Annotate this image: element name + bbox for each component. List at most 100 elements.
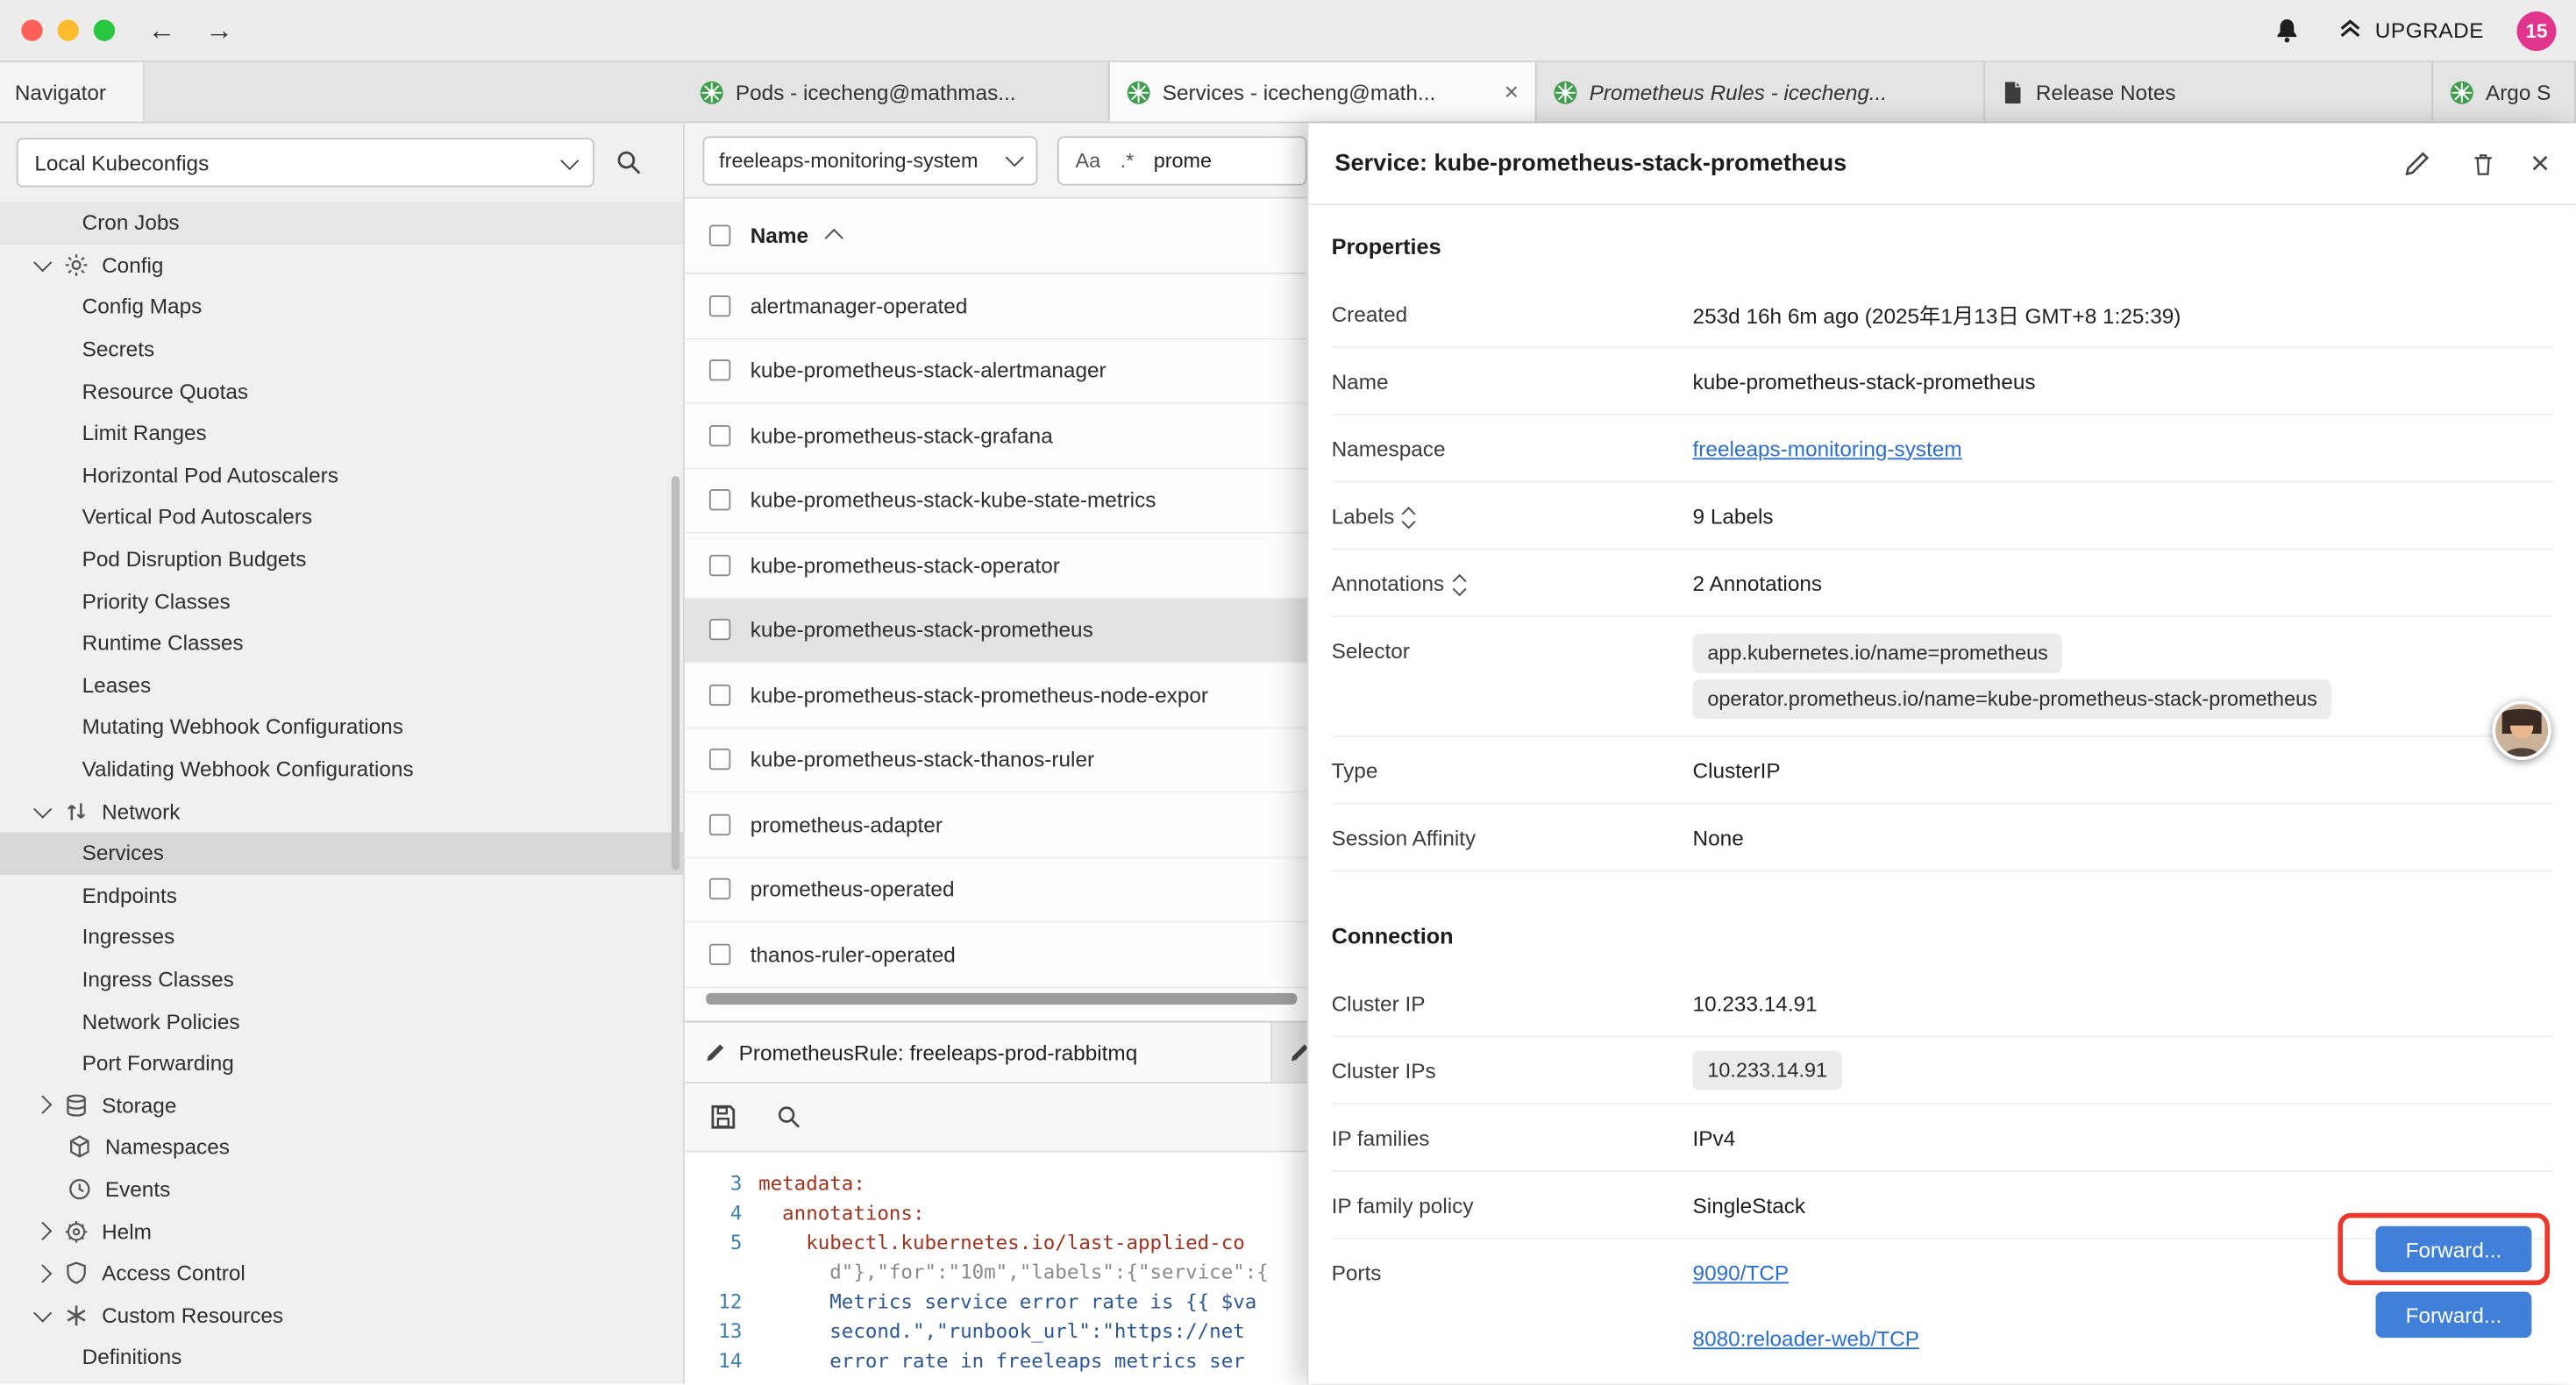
tab-close-icon[interactable]: × <box>1505 78 1519 106</box>
pencil-icon <box>704 1041 725 1062</box>
window-zoom-button[interactable] <box>94 19 115 40</box>
horizontal-scrollbar[interactable] <box>685 991 1307 1006</box>
sidebar-item-services[interactable]: Services <box>0 832 683 874</box>
expand-toggle-icon[interactable] <box>1405 504 1414 527</box>
sidebar-scrollbar[interactable] <box>672 476 680 870</box>
tab-prometheus-rules[interactable]: Prometheus Rules - icecheng... <box>1537 62 1985 121</box>
tab-services[interactable]: Services - icecheng@math... × <box>1110 62 1537 121</box>
sidebar-item-vertical-pod-autoscalers[interactable]: Vertical Pod Autoscalers <box>0 496 683 538</box>
table-row[interactable]: prometheus-adapter <box>685 792 1325 857</box>
tab-argo[interactable]: Argo S <box>2433 62 2576 121</box>
close-icon[interactable]: × <box>2530 147 2550 180</box>
connection-row-ip-family-policy: IP family policy SingleStack <box>1332 1172 2553 1239</box>
service-detail-drawer: Service: kube-prometheus-stack-prometheu… <box>1307 123 2576 1383</box>
upgrade-button[interactable]: UPGRADE <box>2338 17 2484 45</box>
row-checkbox[interactable] <box>709 684 730 705</box>
notification-count-badge[interactable]: 15 <box>2517 11 2557 50</box>
sidebar-item-resource-quotas[interactable]: Resource Quotas <box>0 370 683 412</box>
namespace-filter-dropdown[interactable]: freeleaps-monitoring-system <box>702 135 1037 184</box>
edit-icon[interactable] <box>2399 146 2435 181</box>
regex-toggle[interactable]: .* <box>1121 148 1135 171</box>
window-minimize-button[interactable] <box>58 19 79 40</box>
floating-avatar[interactable] <box>2492 701 2551 760</box>
editor-code[interactable]: metadata: annotations: kubectl.kubernete… <box>758 1152 1325 1383</box>
tab-release-notes[interactable]: Release Notes <box>1985 62 2433 121</box>
sidebar-item-priority-classes[interactable]: Priority Classes <box>0 580 683 622</box>
table-row[interactable]: thanos-ruler-operated <box>685 922 1325 987</box>
search-icon[interactable] <box>770 1099 806 1135</box>
sidebar-item-leases[interactable]: Leases <box>0 664 683 706</box>
sidebar-item-secrets[interactable]: Secrets <box>0 328 683 370</box>
namespace-link[interactable]: freeleaps-monitoring-system <box>1693 436 1962 460</box>
table-row[interactable]: alertmanager-operated <box>685 274 1325 339</box>
search-icon[interactable] <box>611 145 647 181</box>
dock-tab-bar: PrometheusRule: freeleaps-prod-rabbitmq <box>685 1021 1325 1083</box>
kubeconfig-selector[interactable]: Local Kubeconfigs <box>17 138 594 187</box>
trash-icon[interactable] <box>2465 146 2501 181</box>
sidebar-item-runtime-classes[interactable]: Runtime Classes <box>0 622 683 664</box>
row-checkbox[interactable] <box>709 813 730 835</box>
sidebar-item-endpoints[interactable]: Endpoints <box>0 874 683 916</box>
sidebar-item-port-forwarding[interactable]: Port Forwarding <box>0 1042 683 1084</box>
scrollbar-thumb[interactable] <box>706 993 1297 1005</box>
sidebar-item-network-policies[interactable]: Network Policies <box>0 1000 683 1042</box>
sidebar-item-mutating-webhook-configurations[interactable]: Mutating Webhook Configurations <box>0 706 683 748</box>
row-checkbox[interactable] <box>709 425 730 446</box>
sidebar-item-cron-jobs[interactable]: Cron Jobs <box>0 202 683 244</box>
sidebar-item-validating-webhook-configurations[interactable]: Validating Webhook Configurations <box>0 748 683 790</box>
tab-pods[interactable]: Pods - icecheng@mathmas... <box>683 62 1110 121</box>
table-row[interactable]: kube-prometheus-stack-kube-state-metrics <box>685 469 1325 534</box>
sidebar-item-ingresses[interactable]: Ingresses <box>0 916 683 958</box>
row-checkbox[interactable] <box>709 489 730 510</box>
table-row[interactable]: kube-prometheus-stack-operator <box>685 534 1325 599</box>
window-close-button[interactable] <box>21 19 42 40</box>
sort-ascending-icon[interactable] <box>825 229 843 247</box>
match-case-toggle[interactable]: Aa <box>1075 148 1100 171</box>
property-row-annotations: Annotations 2 Annotations <box>1332 550 2553 617</box>
bell-icon[interactable] <box>2268 12 2304 48</box>
table-row[interactable]: kube-prometheus-stack-prometheus-node-ex… <box>685 663 1325 728</box>
select-all-checkbox[interactable] <box>709 225 730 246</box>
forward-button[interactable]: Forward... <box>2376 1292 2532 1338</box>
row-checkbox[interactable] <box>709 749 730 770</box>
navigator-header[interactable]: Navigator <box>0 62 145 121</box>
sidebar-item-limit-ranges[interactable]: Limit Ranges <box>0 412 683 454</box>
sidebar-item-definitions[interactable]: Definitions <box>0 1336 683 1378</box>
table-row-selected[interactable]: kube-prometheus-stack-prometheus <box>685 599 1325 664</box>
port-link-9090[interactable]: 9090/TCP <box>1693 1260 1790 1284</box>
row-checkbox[interactable] <box>709 878 730 899</box>
back-arrow-icon[interactable]: ← <box>148 14 176 46</box>
row-checkbox[interactable] <box>709 295 730 316</box>
dock-tab-prometheusrule[interactable]: PrometheusRule: freeleaps-prod-rabbitmq <box>685 1023 1272 1082</box>
forward-arrow-icon[interactable]: → <box>205 14 233 46</box>
sidebar-item-events[interactable]: Events <box>0 1168 683 1211</box>
sidebar-item-ingress-classes[interactable]: Ingress Classes <box>0 958 683 1000</box>
yaml-editor[interactable]: 3 4 5 12 13 14 metadata: annotations: ku… <box>685 1152 1325 1383</box>
sidebar-item-access-control[interactable]: Access Control <box>0 1252 683 1294</box>
sidebar-item-storage[interactable]: Storage <box>0 1084 683 1126</box>
table-row[interactable]: kube-prometheus-stack-alertmanager <box>685 339 1325 404</box>
row-checkbox[interactable] <box>709 619 730 640</box>
forward-button[interactable]: Forward... <box>2376 1226 2532 1272</box>
sidebar-item-helm[interactable]: Helm <box>0 1211 683 1253</box>
drawer-header: Service: kube-prometheus-stack-prometheu… <box>1308 123 2576 205</box>
search-input[interactable]: Aa .* prome <box>1057 135 1307 184</box>
sidebar-item-network[interactable]: Network <box>0 790 683 832</box>
save-icon[interactable] <box>704 1099 740 1135</box>
port-link-8080[interactable]: 8080:reloader-web/TCP <box>1693 1325 1919 1350</box>
table-row[interactable]: kube-prometheus-stack-thanos-ruler <box>685 728 1325 792</box>
table-row[interactable]: prometheus-operated <box>685 857 1325 922</box>
row-checkbox[interactable] <box>709 943 730 964</box>
row-checkbox[interactable] <box>709 554 730 575</box>
sidebar-item-pod-disruption-budgets[interactable]: Pod Disruption Budgets <box>0 538 683 580</box>
sidebar-item-namespaces[interactable]: Namespaces <box>0 1126 683 1168</box>
sidebar-item-config[interactable]: Config <box>0 244 683 286</box>
row-checkbox[interactable] <box>709 360 730 381</box>
sidebar-item-config-maps[interactable]: Config Maps <box>0 286 683 328</box>
expand-toggle-icon[interactable] <box>1454 572 1463 594</box>
sidebar-item-horizontal-pod-autoscalers[interactable]: Horizontal Pod Autoscalers <box>0 454 683 496</box>
name-column-header[interactable]: Name <box>751 224 808 248</box>
dock-tab-label: PrometheusRule: freeleaps-prod-rabbitmq <box>739 1040 1138 1064</box>
table-row[interactable]: kube-prometheus-stack-grafana <box>685 404 1325 469</box>
sidebar-item-custom-resources[interactable]: Custom Resources <box>0 1294 683 1336</box>
